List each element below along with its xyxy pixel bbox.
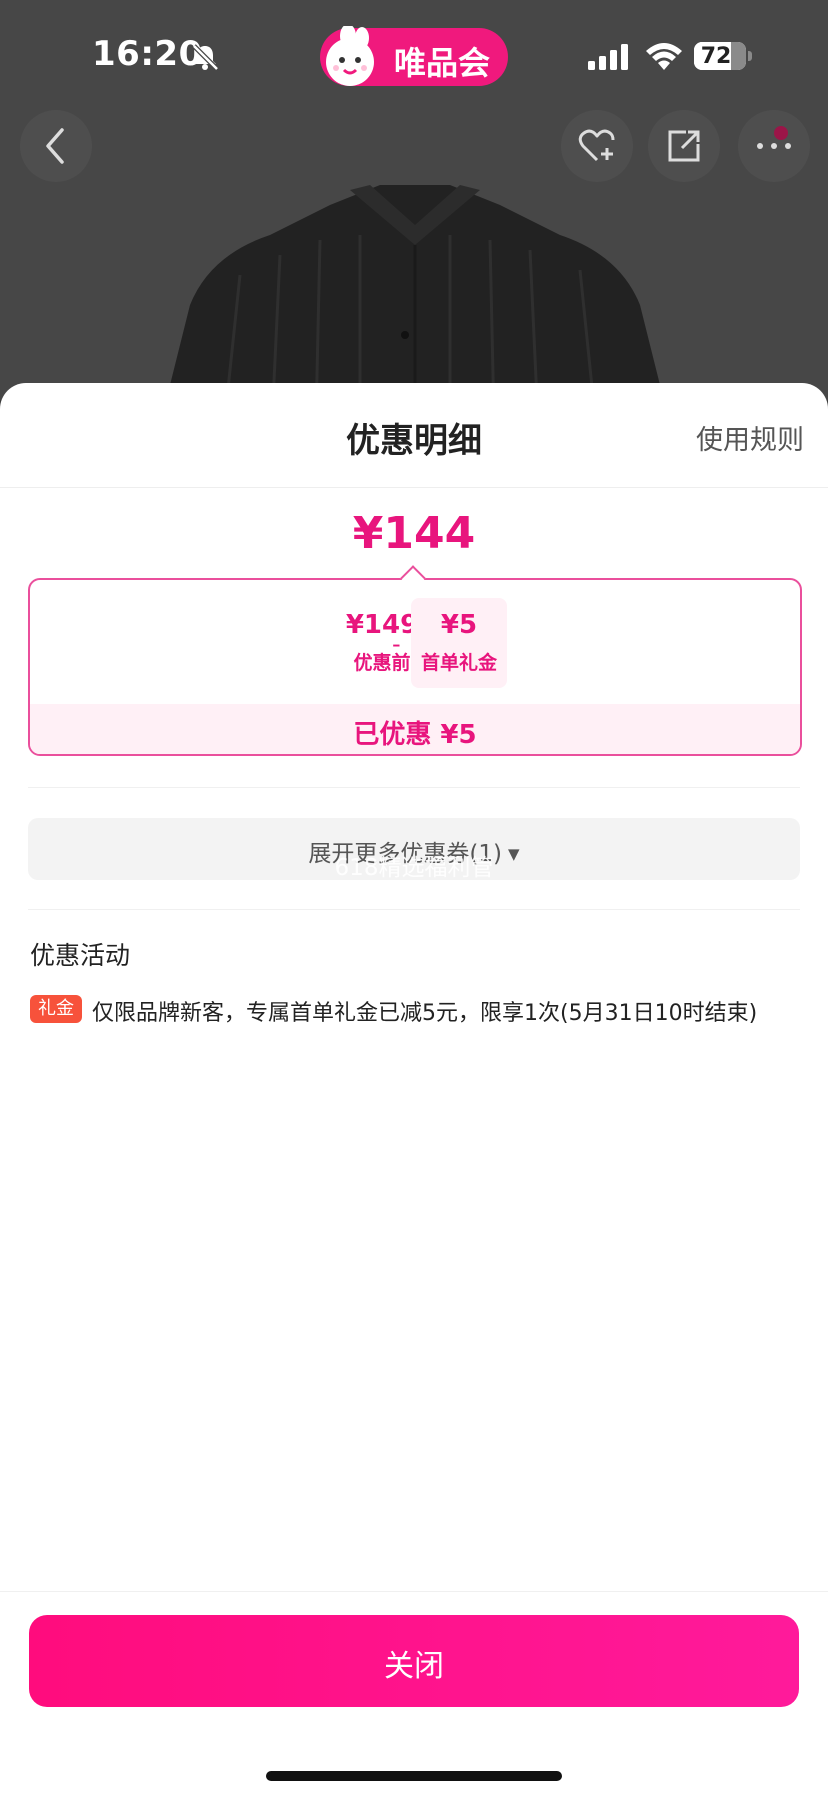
wifi-icon — [646, 43, 682, 70]
status-time: 16:20 — [92, 34, 203, 74]
usage-rules-link[interactable]: 使用规则 — [696, 418, 804, 457]
gift-tag-badge: 礼金 — [30, 995, 82, 1023]
chevron-left-icon — [46, 128, 64, 164]
battery-level: 72 — [700, 44, 732, 69]
divider — [0, 487, 828, 488]
share-icon — [668, 130, 700, 162]
brand-name: 唯品会 — [394, 44, 491, 82]
more-button[interactable] — [738, 110, 810, 182]
total-saved-bar: 已优惠 ¥5 — [30, 704, 800, 754]
close-button[interactable]: 关闭 — [29, 1615, 799, 1707]
minus-sign: - — [392, 630, 401, 658]
favorite-button[interactable] — [561, 110, 633, 182]
brand-logo: 唯品会 — [320, 26, 508, 86]
home-indicator — [266, 1771, 562, 1781]
final-price: ¥144 — [352, 508, 476, 559]
battery-icon: 72 — [694, 42, 754, 70]
mascot-icon — [326, 26, 374, 86]
discount-details-sheet: 优惠明细 使用规则 ¥144 ¥149 优惠前 - ¥5 首单礼金 已优惠 ¥5… — [0, 383, 828, 1795]
divider — [28, 909, 800, 910]
battery-body: 72 — [694, 42, 746, 70]
watermark-text: 618精选福利管 — [334, 855, 494, 881]
bell-slash-icon — [192, 44, 219, 71]
discount-amount: ¥5 — [440, 610, 478, 640]
status-bar: 16:20 唯品会 72 — [0, 0, 828, 110]
cellular-signal-icon — [588, 44, 628, 70]
notification-dot — [774, 126, 788, 140]
promo-description: 仅限品牌新客，专属首单礼金已减5元，限享1次(5月31日10时结束) — [92, 1001, 758, 1026]
divider — [28, 787, 800, 788]
heart-plus-icon — [578, 129, 615, 162]
promo-item: 礼金 仅限品牌新客，专属首单礼金已减5元，限享1次(5月31日10时结束) — [30, 993, 810, 1029]
total-saved-text: 已优惠 ¥5 — [353, 720, 477, 750]
price-breakdown: ¥149 优惠前 - ¥5 首单礼金 已优惠 ¥5 — [28, 578, 802, 756]
product-shirt-image — [166, 185, 664, 400]
promo-section-heading: 优惠活动 — [30, 941, 131, 970]
share-button[interactable] — [648, 110, 720, 182]
back-button[interactable] — [20, 110, 92, 182]
discount-label: 首单礼金 — [420, 652, 497, 674]
battery-cap — [748, 51, 752, 61]
divider — [0, 1591, 828, 1592]
first-order-gift-chip: ¥5 首单礼金 — [411, 598, 507, 688]
expand-more-coupons-button[interactable]: 展开更多优惠券(1) ▼ 618精选福利管 — [28, 818, 800, 881]
close-button-label: 关闭 — [384, 1649, 444, 1684]
